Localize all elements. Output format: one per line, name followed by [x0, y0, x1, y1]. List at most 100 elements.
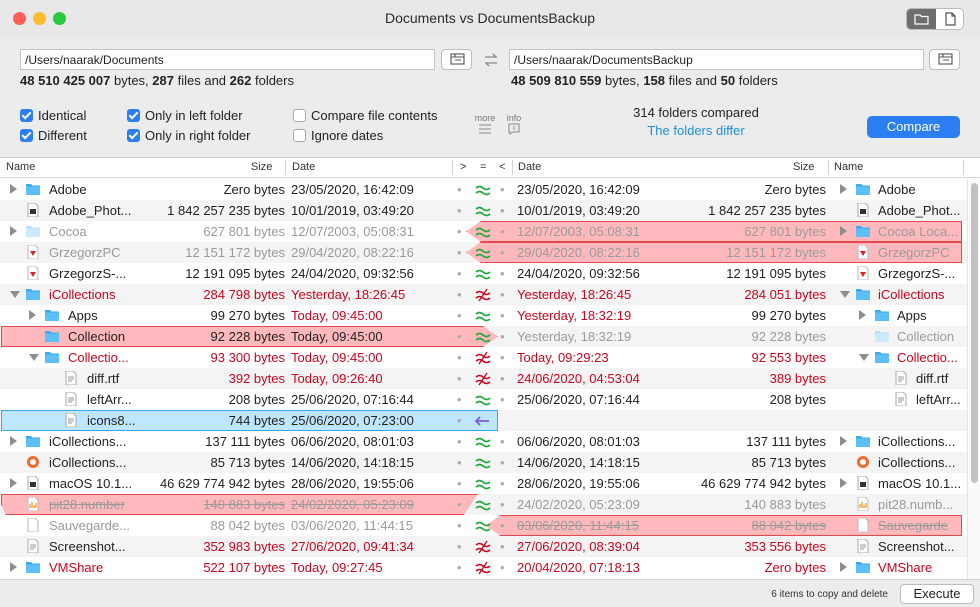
- copy-left-marker[interactable]: •: [500, 350, 505, 365]
- disclosure-expanded-icon[interactable]: [840, 291, 850, 298]
- copy-right-marker[interactable]: •: [457, 413, 462, 428]
- scrollbar-thumb[interactable]: [971, 183, 978, 483]
- column-header-size-left[interactable]: Size: [251, 161, 272, 173]
- column-header-copy-left[interactable]: <: [499, 161, 505, 173]
- copy-right-marker[interactable]: •: [457, 539, 462, 554]
- column-header-equal[interactable]: =: [480, 161, 486, 173]
- copy-right-marker[interactable]: •: [457, 182, 462, 197]
- copy-left-marker[interactable]: •: [500, 476, 505, 491]
- copy-left-marker[interactable]: •: [500, 371, 505, 386]
- copy-left-marker[interactable]: •: [500, 455, 505, 470]
- left-path-input[interactable]: /Users/naarak/Documents: [20, 49, 435, 70]
- copy-right-marker[interactable]: •: [457, 329, 462, 344]
- compare-button[interactable]: Compare: [867, 116, 960, 138]
- copy-right-marker[interactable]: •: [457, 455, 462, 470]
- copy-left-marker[interactable]: •: [500, 245, 505, 260]
- disclosure-expanded-icon[interactable]: [859, 354, 869, 361]
- table-row[interactable]: Adobe_Phot... 1 842 257 235 bytes 10/01/20…: [0, 200, 980, 221]
- table-row[interactable]: macOS 10.1... 46 629 774 942 bytes 28/06/2…: [0, 473, 980, 494]
- table-row[interactable]: GrzegorzS-... 12 191 095 bytes 24/04/2020,…: [0, 263, 980, 284]
- copy-left-marker[interactable]: •: [500, 392, 505, 407]
- copy-left-marker[interactable]: •: [500, 434, 505, 449]
- copy-right-marker[interactable]: •: [457, 371, 462, 386]
- disclosure-collapsed-icon[interactable]: [840, 436, 847, 446]
- disclosure-collapsed-icon[interactable]: [10, 184, 17, 194]
- copy-left-marker[interactable]: •: [500, 560, 505, 575]
- copy-right-marker[interactable]: •: [457, 350, 462, 365]
- copy-left-marker[interactable]: •: [500, 287, 505, 302]
- copy-left-marker[interactable]: •: [500, 266, 505, 281]
- file-view-button[interactable]: [936, 9, 963, 29]
- disclosure-collapsed-icon[interactable]: [10, 226, 17, 236]
- copy-right-marker[interactable]: •: [457, 245, 462, 260]
- copy-left-marker[interactable]: •: [500, 203, 505, 218]
- copy-right-marker[interactable]: •: [457, 203, 462, 218]
- right-browse-button[interactable]: [929, 49, 960, 70]
- more-button[interactable]: more: [473, 113, 497, 137]
- copy-left-to-right-arrow-icon[interactable]: [473, 414, 491, 431]
- vertical-scrollbar[interactable]: [967, 179, 980, 579]
- disclosure-collapsed-icon[interactable]: [10, 436, 17, 446]
- disclosure-collapsed-icon[interactable]: [29, 310, 36, 320]
- disclosure-collapsed-icon[interactable]: [840, 226, 847, 236]
- right-path-input[interactable]: /Users/naarak/DocumentsBackup: [509, 49, 924, 70]
- copy-left-marker[interactable]: •: [500, 539, 505, 554]
- disclosure-collapsed-icon[interactable]: [859, 310, 866, 320]
- column-header-name-left[interactable]: Name: [6, 161, 35, 173]
- table-row[interactable]: iCollections 284 798 bytes Yesterday, 18:2…: [0, 284, 980, 305]
- copy-left-marker[interactable]: •: [500, 518, 505, 533]
- copy-right-marker[interactable]: •: [457, 287, 462, 302]
- table-row[interactable]: GrzegorzPC 12 151 172 bytes 29/04/2020, 08…: [0, 242, 980, 263]
- disclosure-collapsed-icon[interactable]: [10, 562, 17, 572]
- table-row[interactable]: Cocoa 627 801 bytes 12/07/2003, 05:08:31 • •…: [0, 221, 980, 242]
- disclosure-collapsed-icon[interactable]: [10, 478, 17, 488]
- table-row[interactable]: Collection 92 228 bytes Today, 09:45:00 • • Y…: [0, 326, 980, 347]
- copy-left-marker[interactable]: •: [500, 329, 505, 344]
- table-row[interactable]: Sauvegarde... 88 042 bytes 03/06/2020, 11:…: [0, 515, 980, 536]
- table-row[interactable]: Collectio... 93 300 bytes Today, 09:45:00 •…: [0, 347, 980, 368]
- disclosure-collapsed-icon[interactable]: [840, 184, 847, 194]
- folder-view-button[interactable]: [907, 9, 936, 29]
- ignore-dates-checkbox[interactable]: Ignore dates: [293, 128, 383, 143]
- table-row[interactable]: leftArr... 208 bytes 25/06/2020, 07:16:44 •…: [0, 389, 980, 410]
- copy-right-marker[interactable]: •: [457, 434, 462, 449]
- copy-right-marker[interactable]: •: [457, 476, 462, 491]
- disclosure-expanded-icon[interactable]: [10, 291, 20, 298]
- column-header-name-right[interactable]: Name: [834, 161, 863, 173]
- copy-left-marker[interactable]: •: [500, 224, 505, 239]
- table-row[interactable]: iCollections... 137 111 bytes 06/06/2020, …: [0, 431, 980, 452]
- execute-button[interactable]: Execute: [900, 584, 974, 604]
- column-header-date-left[interactable]: Date: [292, 161, 315, 173]
- copy-right-marker[interactable]: •: [457, 497, 462, 512]
- table-row[interactable]: icons8... 744 bytes 25/06/2020, 07:23:00 •: [0, 410, 980, 431]
- disclosure-collapsed-icon[interactable]: [840, 478, 847, 488]
- only-left-checkbox[interactable]: Only in left folder: [127, 108, 243, 123]
- table-row[interactable]: diff.rtf 392 bytes Today, 09:26:40 • • 24/06/…: [0, 368, 980, 389]
- column-header-copy-right[interactable]: >: [460, 161, 466, 173]
- copy-right-marker[interactable]: •: [457, 560, 462, 575]
- table-row[interactable]: iCollections... 85 713 bytes 14/06/2020, 1…: [0, 452, 980, 473]
- left-browse-button[interactable]: [441, 49, 472, 70]
- column-header-size-right[interactable]: Size: [793, 161, 814, 173]
- copy-right-marker[interactable]: •: [457, 518, 462, 533]
- compare-contents-checkbox[interactable]: Compare file contents: [293, 108, 437, 123]
- comparison-result-link[interactable]: The folders differ: [596, 123, 796, 138]
- copy-left-marker[interactable]: •: [500, 182, 505, 197]
- only-right-checkbox[interactable]: Only in right folder: [127, 128, 251, 143]
- swap-icon[interactable]: [482, 51, 500, 69]
- copy-right-marker[interactable]: •: [457, 224, 462, 239]
- table-row[interactable]: Screenshot... 352 983 bytes 27/06/2020, 09…: [0, 536, 980, 557]
- copy-right-marker[interactable]: •: [457, 308, 462, 323]
- info-button[interactable]: info: [502, 113, 526, 137]
- copy-right-marker[interactable]: •: [457, 392, 462, 407]
- identical-checkbox[interactable]: Identical: [20, 108, 86, 123]
- copy-left-marker[interactable]: •: [500, 497, 505, 512]
- table-row[interactable]: VMShare 522 107 bytes Today, 09:27:45 • • 20/…: [0, 557, 980, 578]
- copy-right-marker[interactable]: •: [457, 266, 462, 281]
- table-row[interactable]: pit28.number 140 883 bytes 24/02/2020, 05:…: [0, 494, 980, 515]
- column-header-date-right[interactable]: Date: [518, 161, 541, 173]
- table-row[interactable]: Adobe Zero bytes 23/05/2020, 16:42:09 • • 23/…: [0, 179, 980, 200]
- copy-left-marker[interactable]: •: [500, 308, 505, 323]
- disclosure-expanded-icon[interactable]: [29, 354, 39, 361]
- table-row[interactable]: Apps 99 270 bytes Today, 09:45:00 • • Yesterd…: [0, 305, 980, 326]
